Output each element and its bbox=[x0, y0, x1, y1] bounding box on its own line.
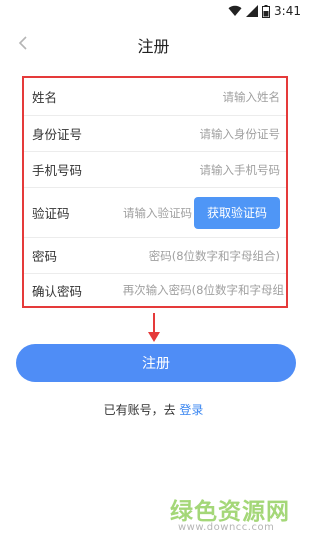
register-button[interactable]: 注册 bbox=[16, 344, 296, 382]
confirm-password-input[interactable] bbox=[112, 283, 284, 297]
confirm-password-label: 确认密码 bbox=[32, 283, 83, 299]
registration-form: 姓名 身份证号 手机号码 验证码 获取验证码 密码 确认密码 bbox=[22, 76, 288, 308]
nav-bar: 注册 bbox=[0, 22, 307, 66]
id-number-row: 身份证号 bbox=[24, 116, 286, 152]
confirm-password-row: 确认密码 bbox=[24, 274, 286, 306]
id-number-input[interactable] bbox=[140, 126, 280, 141]
watermark-text: 绿色资源网 bbox=[170, 499, 290, 525]
login-prompt-text: 已有账号，去 bbox=[103, 403, 176, 417]
password-input[interactable] bbox=[130, 248, 280, 263]
battery-icon bbox=[262, 4, 271, 18]
verification-code-input[interactable] bbox=[102, 205, 192, 220]
login-prompt: 已有账号，去 登录 bbox=[0, 401, 307, 418]
get-code-button[interactable]: 获取验证码 bbox=[194, 196, 280, 229]
name-label: 姓名 bbox=[32, 90, 58, 105]
status-icons: 3:41 bbox=[228, 3, 301, 19]
id-number-label: 身份证号 bbox=[32, 127, 83, 142]
page-title: 注册 bbox=[137, 37, 170, 56]
watermark-url: www.downcc.com bbox=[178, 522, 275, 533]
wifi-icon bbox=[228, 5, 242, 17]
status-bar: 3:41 bbox=[0, 0, 307, 22]
password-row: 密码 bbox=[24, 238, 286, 274]
phone-row: 手机号码 bbox=[24, 152, 286, 188]
signal-icon bbox=[246, 5, 259, 17]
phone-label: 手机号码 bbox=[32, 163, 83, 178]
name-input[interactable] bbox=[140, 89, 280, 104]
watermark: 绿色资源网 www.downcc.com bbox=[160, 492, 300, 542]
password-label: 密码 bbox=[32, 249, 58, 264]
status-time: 3:41 bbox=[274, 4, 301, 18]
phone-input[interactable] bbox=[140, 162, 280, 177]
login-link[interactable]: 登录 bbox=[179, 403, 203, 417]
arrow-down-icon bbox=[148, 313, 160, 342]
verification-code-label: 验证码 bbox=[32, 206, 70, 221]
verification-code-row: 验证码 获取验证码 bbox=[24, 188, 286, 238]
name-row: 姓名 bbox=[24, 78, 286, 116]
